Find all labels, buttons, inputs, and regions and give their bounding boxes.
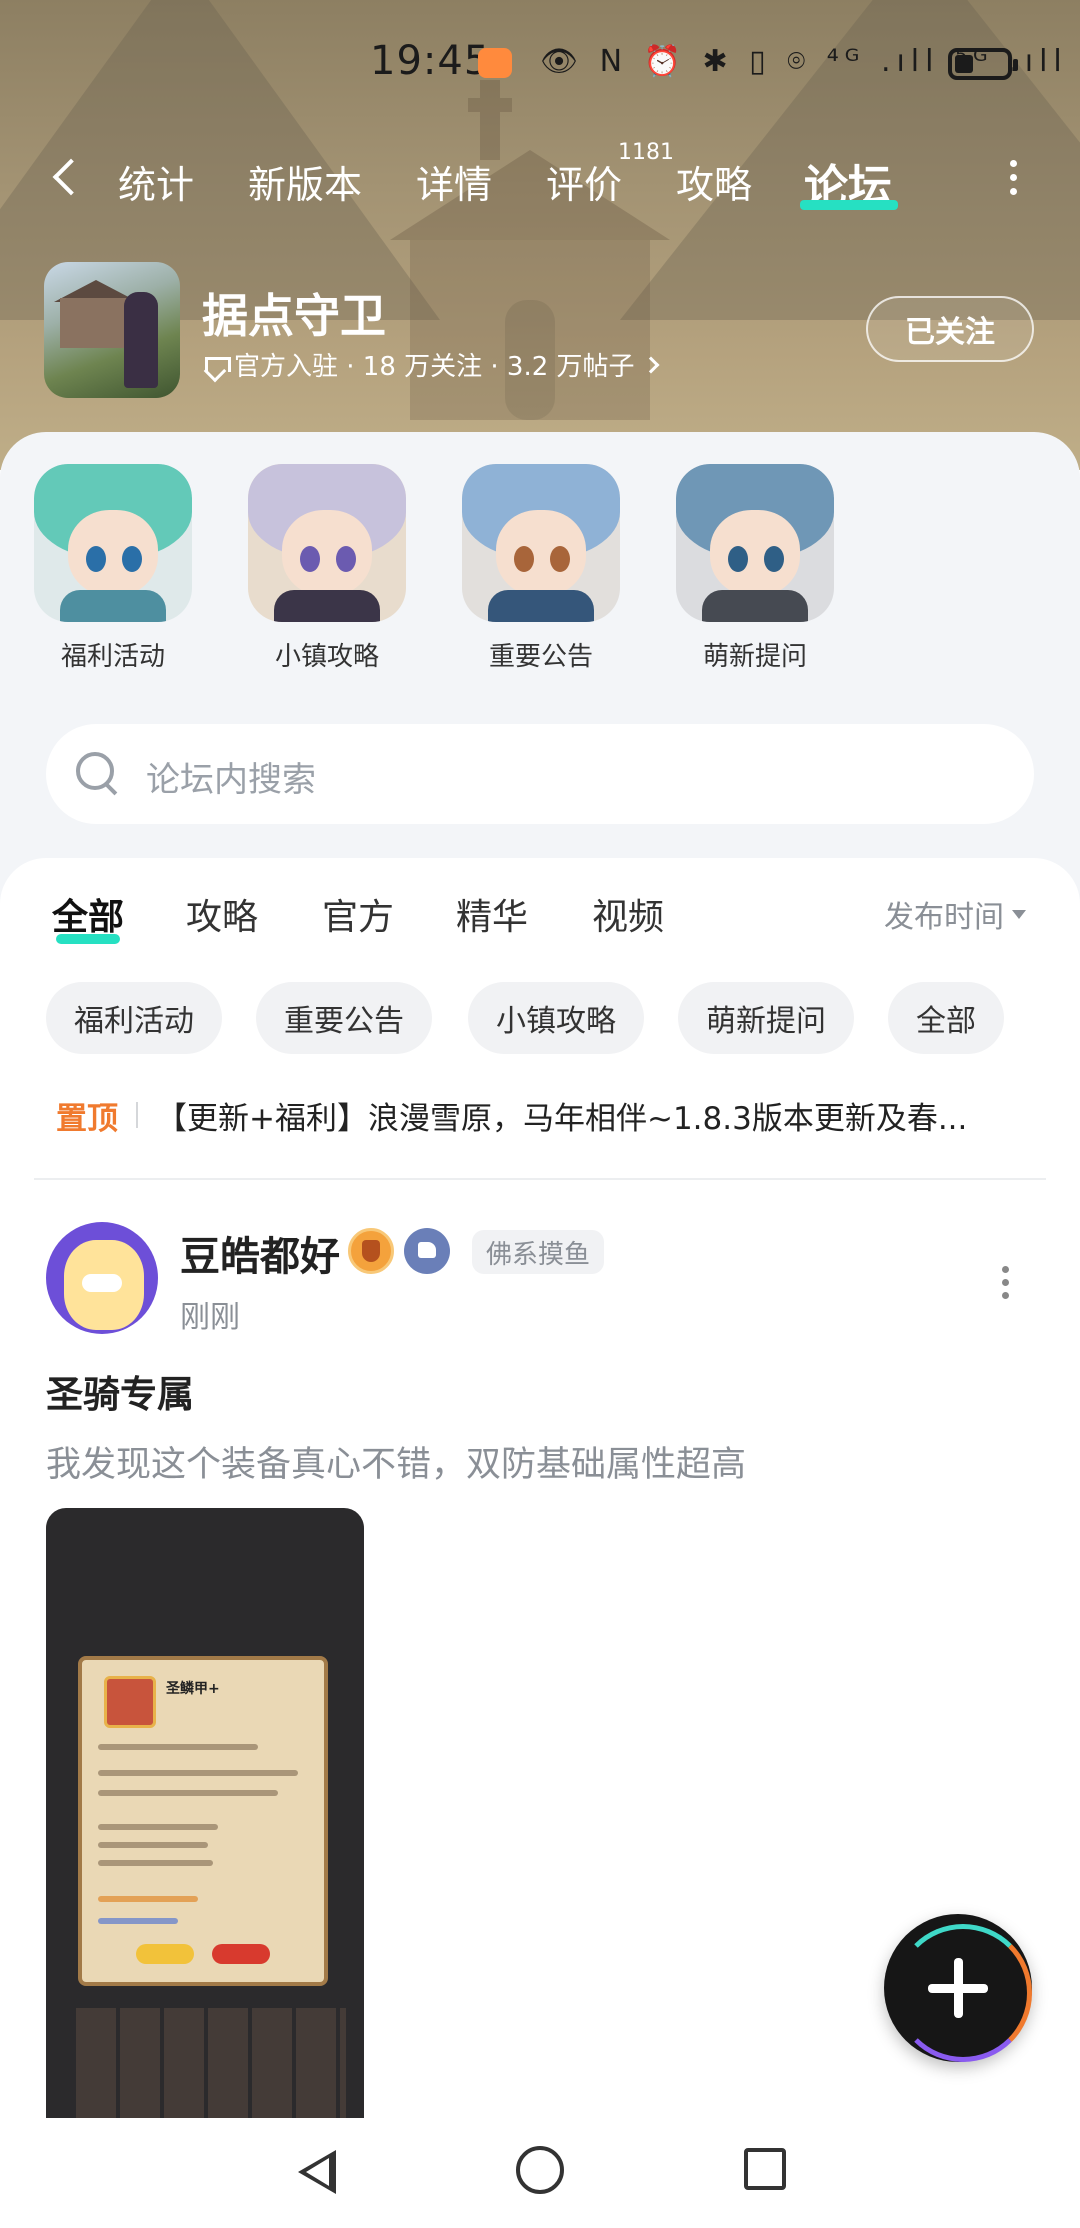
nav-recents-icon[interactable]: [744, 2148, 786, 2190]
search-placeholder: 论坛内搜索: [146, 760, 316, 800]
pinned-post[interactable]: 置顶 【更新+福利】浪漫雪原，马年相伴~1.8.3版本更新及春...: [56, 1090, 1036, 1140]
post-timestamp: 刚刚: [180, 1300, 240, 1335]
game-meta-row[interactable]: 官方入驻 · 18 万关注 · 3.2 万帖子: [202, 346, 660, 383]
nav-home-icon[interactable]: [516, 2146, 564, 2194]
follow-button[interactable]: 已关注: [866, 296, 1034, 362]
feed-tab-guides[interactable]: 攻略: [186, 888, 258, 940]
author-title-badge: 佛系摸鱼: [472, 1230, 605, 1274]
verified-diamond-icon: [202, 352, 231, 378]
divider: [34, 1178, 1046, 1180]
tab-details[interactable]: 详情: [416, 154, 492, 209]
tab-guides[interactable]: 攻略: [676, 154, 752, 209]
filter-chip-announcements[interactable]: 重要公告: [256, 982, 432, 1054]
more-vertical-icon[interactable]: [1006, 160, 1020, 200]
filter-chip-welfare[interactable]: 福利活动: [46, 982, 222, 1054]
search-icon: [76, 752, 120, 796]
pinned-tag: 置顶: [56, 1100, 118, 1137]
game-title: 据点守卫: [202, 289, 386, 343]
quick-entry-newbie-questions[interactable]: 萌新提问: [676, 464, 834, 673]
thumbs-up-badge-icon: [404, 1228, 450, 1274]
status-bar: 19:45 👁 Ν ⏰ ✱ ▯ ⌾ ⁴ᴳ .ıll ⁵ᴳ .ıll: [0, 0, 1080, 120]
anime-girl-teal-hair-avatar: [34, 464, 192, 622]
pinned-title: 【更新+福利】浪漫雪原，马年相伴~1.8.3版本更新及春...: [156, 1100, 968, 1137]
quick-entry-town-guide[interactable]: 小镇攻略: [248, 464, 406, 673]
feed-tab-featured[interactable]: 精华: [456, 888, 528, 940]
tab-stats[interactable]: 统计: [118, 154, 194, 209]
anime-girl-headphones-avatar: [676, 464, 834, 622]
sort-dropdown[interactable]: 发布时间: [884, 892, 1026, 936]
tab-reviews[interactable]: 评价: [546, 154, 622, 209]
avatar[interactable]: [46, 1222, 158, 1334]
post-more-icon[interactable]: [998, 1266, 1012, 1302]
sort-label: 发布时间: [884, 900, 1004, 935]
forum-search-input[interactable]: 论坛内搜索: [46, 724, 1034, 824]
sell-button: [212, 1944, 270, 1964]
equipment-name: 圣鳞甲+: [166, 1681, 220, 1697]
game-app-icon[interactable]: [44, 262, 180, 398]
filter-chip-all[interactable]: 全部: [888, 982, 1004, 1054]
post-body[interactable]: 我发现这个装备真心不错，双防基础属性超高: [46, 1436, 746, 1487]
active-tab-indicator: [800, 200, 898, 210]
anime-boy-catears-avatar: [462, 464, 620, 622]
review-count-badge: 1181: [618, 140, 674, 165]
divider: [136, 1102, 138, 1128]
post-title[interactable]: 圣骑专属: [46, 1364, 194, 1418]
quick-entry-label: 小镇攻略: [274, 642, 379, 672]
filter-chip-newbie[interactable]: 萌新提问: [678, 982, 854, 1054]
quick-entry-label: 萌新提问: [702, 642, 807, 672]
quick-entry-label: 福利活动: [60, 642, 165, 672]
quick-entry-announcements[interactable]: 重要公告: [462, 464, 620, 673]
equip-button: [136, 1944, 194, 1964]
feed-tab-indicator: [56, 934, 120, 944]
create-post-button[interactable]: [884, 1914, 1032, 2062]
feed-tab-official[interactable]: 官方: [322, 888, 394, 940]
battery-icon: [948, 48, 1018, 80]
nav-back-icon[interactable]: [294, 2146, 338, 2196]
level-badge-icon: [348, 1228, 394, 1274]
feed-tab-all[interactable]: 全部: [52, 888, 124, 940]
system-navigation-bar: [0, 2118, 1080, 2228]
tab-new-version[interactable]: 新版本: [248, 154, 362, 209]
anime-girl-silver-hair-avatar: [248, 464, 406, 622]
game-meta-text: 官方入驻 · 18 万关注 · 3.2 万帖子: [234, 352, 635, 382]
status-time: 19:45: [370, 38, 491, 84]
feed-tab-videos[interactable]: 视频: [592, 888, 664, 940]
caret-down-icon: [1012, 909, 1026, 919]
quick-entry-label: 重要公告: [488, 642, 593, 672]
chevron-right-icon: [642, 356, 660, 373]
top-tab-bar: 统计 新版本 详情 评价 1181 攻略 论坛: [0, 140, 1080, 212]
notification-app-icon: [478, 48, 512, 78]
quick-entry-welfare[interactable]: 福利活动: [34, 464, 192, 673]
equipment-icon: [104, 1676, 156, 1728]
post-author-name[interactable]: 豆皓都好: [180, 1224, 340, 1282]
post-image[interactable]: 圣鳞甲+: [46, 1508, 364, 2130]
back-arrow-icon[interactable]: [44, 156, 88, 200]
filter-chip-town-guide[interactable]: 小镇攻略: [468, 982, 644, 1054]
